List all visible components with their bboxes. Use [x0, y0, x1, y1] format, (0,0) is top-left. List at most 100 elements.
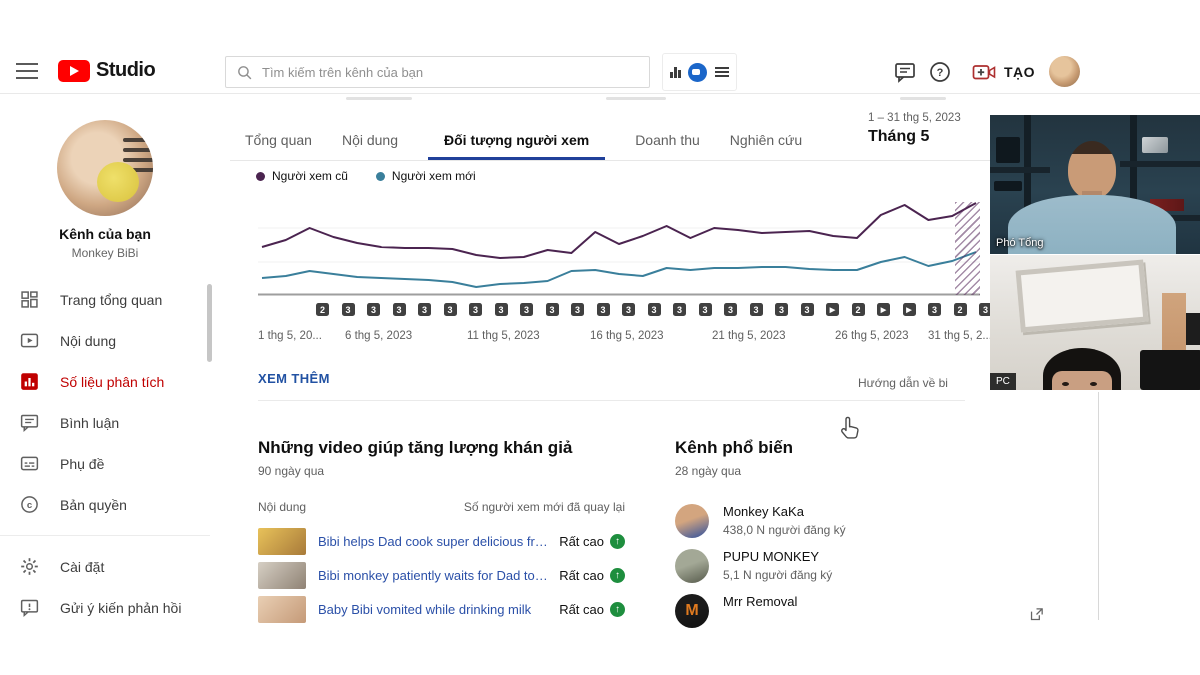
legend-item-new[interactable]: Người xem mới: [376, 169, 476, 183]
video-marker-count[interactable]: 3: [801, 303, 814, 316]
video-marker-count[interactable]: 3: [673, 303, 686, 316]
create-video-icon: [972, 60, 996, 84]
account-avatar[interactable]: [1049, 56, 1080, 87]
video-marker-count[interactable]: 3: [775, 303, 788, 316]
videos-table-header: Nội dung Số người xem mới đã quay lại: [258, 500, 625, 514]
x-axis-label: 11 thg 5, 2023: [467, 330, 540, 342]
tab-4[interactable]: Nghiên cứu: [730, 132, 802, 160]
tab-2[interactable]: Đối tượng người xem: [428, 132, 605, 160]
video-marker-count[interactable]: 3: [928, 303, 941, 316]
video-marker-count[interactable]: 3: [469, 303, 482, 316]
sidebar-item-subtitles[interactable]: Phụ đề: [0, 443, 210, 484]
video-marker-count[interactable]: 3: [546, 303, 559, 316]
sidebar-item-analytics[interactable]: Số liệu phân tích: [0, 361, 210, 402]
create-button[interactable]: TẠO: [972, 60, 1035, 84]
audience-chart[interactable]: [258, 192, 980, 296]
open-in-new-icon[interactable]: [1028, 606, 1045, 623]
svg-text:c: c: [27, 500, 33, 511]
youtube-studio-logo[interactable]: Studio: [58, 59, 155, 82]
extension-widget[interactable]: [662, 53, 737, 91]
date-range-text: 1 – 31 thg 5, 2023: [868, 112, 998, 124]
sidebar-item-dashboard[interactable]: Trang tổng quan: [0, 279, 210, 320]
audience-chart-svg: [258, 192, 980, 296]
extension-badge-icon[interactable]: [688, 63, 707, 82]
sidebar-item-label: Nội dung: [60, 333, 116, 349]
video-title-link[interactable]: Bibi monkey patiently waits for Dad to c…: [318, 568, 549, 583]
video-marker-count[interactable]: 3: [520, 303, 533, 316]
sidebar-item-copyright[interactable]: cBản quyền: [0, 484, 210, 525]
channel-row[interactable]: M Mrr Removal: [675, 594, 975, 628]
tab-0[interactable]: Tổng quan: [245, 132, 312, 160]
top-videos-section: Những video giúp tăng lượng khán giả 90 …: [258, 438, 625, 629]
feedback-icon[interactable]: [893, 60, 917, 84]
videos-list: Bibi helps Dad cook super delicious fren…: [258, 527, 625, 623]
line-new-viewers: [262, 252, 976, 287]
webcam-bottom-name-label: PC: [990, 373, 1016, 390]
video-marker-count[interactable]: 3: [724, 303, 737, 316]
video-marker-count[interactable]: 2: [316, 303, 329, 316]
sidebar-item-comments[interactable]: Bình luận: [0, 402, 210, 443]
room-object: [1186, 313, 1200, 345]
video-thumbnail[interactable]: [258, 596, 306, 623]
tab-3[interactable]: Doanh thu: [635, 132, 700, 160]
video-marker-count[interactable]: 3: [444, 303, 457, 316]
guide-link[interactable]: Hướng dẫn về bi: [858, 376, 989, 390]
channel-row-avatar: [675, 549, 709, 583]
shelf-object: [994, 181, 1022, 191]
rating-label: Rất cao: [559, 534, 604, 549]
channel-row-name: PUPU MONKEY: [723, 549, 832, 564]
video-marker-count[interactable]: 3: [571, 303, 584, 316]
video-marker-count[interactable]: 2: [852, 303, 865, 316]
extension-menu-icon[interactable]: [715, 67, 729, 77]
x-axis-label: 26 thg 5, 2023: [835, 330, 909, 342]
video-marker-count[interactable]: 3: [393, 303, 406, 316]
incomplete-data-hatch: [955, 202, 980, 295]
tab-1[interactable]: Nội dung: [342, 132, 398, 160]
menu-icon[interactable]: [16, 63, 38, 79]
legend-label-returning: Người xem cũ: [272, 169, 348, 183]
video-title-link[interactable]: Bibi helps Dad cook super delicious fren…: [318, 534, 549, 549]
video-marker-play[interactable]: ▶: [903, 303, 916, 316]
channel-row[interactable]: Monkey KaKa438,0 N người đăng ký: [675, 504, 975, 538]
video-marker-count[interactable]: 2: [954, 303, 967, 316]
video-marker-count[interactable]: 3: [750, 303, 763, 316]
sidebar-item-settings[interactable]: Cài đặt: [0, 546, 210, 587]
video-thumbnail[interactable]: [258, 528, 306, 555]
video-marker-count[interactable]: 3: [418, 303, 431, 316]
video-marker-count[interactable]: 3: [367, 303, 380, 316]
video-marker-count[interactable]: 3: [622, 303, 635, 316]
help-icon[interactable]: ?: [928, 60, 952, 84]
channels-section-subtitle: 28 ngày qua: [675, 464, 975, 478]
logo-brand-text: Studio: [96, 59, 155, 82]
video-marker-count[interactable]: 3: [648, 303, 661, 316]
video-marker-count[interactable]: 3: [699, 303, 712, 316]
overlay-window-edge: [1098, 392, 1099, 620]
search-bar[interactable]: [225, 56, 650, 88]
video-title-link[interactable]: Baby Bibi vomited while drinking milk: [318, 602, 549, 617]
shelf-decoration: [1120, 161, 1200, 167]
sidebar-item-label: Cài đặt: [60, 559, 104, 575]
channel-section-label: Kênh của bạn: [0, 226, 210, 242]
sidebar-item-label: Phụ đề: [60, 456, 104, 472]
channel-row-texts: Mrr Removal: [723, 594, 797, 609]
sidebar-item-content[interactable]: Nội dung: [0, 320, 210, 361]
date-range-picker[interactable]: 1 – 31 thg 5, 2023 Tháng 5: [868, 112, 998, 146]
legend-label-new: Người xem mới: [392, 169, 476, 183]
channel-row-avatar: M: [675, 594, 709, 628]
legend-item-returning[interactable]: Người xem cũ: [256, 169, 348, 183]
search-input[interactable]: [262, 65, 639, 80]
video-marker-play[interactable]: ▶: [826, 303, 839, 316]
see-more-link[interactable]: XEM THÊM: [258, 371, 330, 386]
video-marker-count[interactable]: 3: [597, 303, 610, 316]
period-label: Tháng 5: [868, 128, 998, 146]
video-thumbnail[interactable]: [258, 562, 306, 589]
sidebar-scrollbar[interactable]: [207, 284, 212, 362]
extension-chart-icon[interactable]: [670, 66, 681, 78]
sidebar-item-feedback[interactable]: Gửi ý kiến phản hồi: [0, 587, 210, 628]
video-marker-count[interactable]: 3: [342, 303, 355, 316]
sidebar: Kênh của bạn Monkey BiBi Trang tổng quan…: [0, 94, 222, 675]
channel-avatar[interactable]: [57, 120, 153, 216]
video-marker-count[interactable]: 3: [495, 303, 508, 316]
channel-row[interactable]: PUPU MONKEY5,1 N người đăng ký: [675, 549, 975, 583]
video-marker-play[interactable]: ▶: [877, 303, 890, 316]
